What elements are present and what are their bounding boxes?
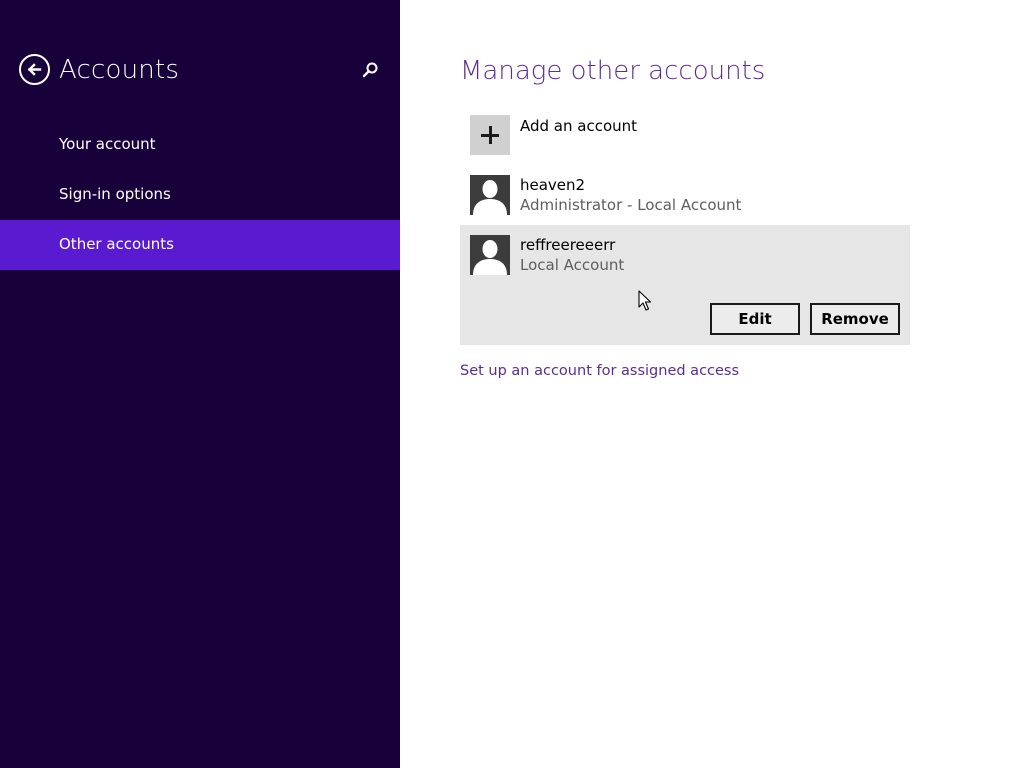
user-avatar-icon — [470, 235, 510, 275]
sidebar-item-label: Sign-in options — [59, 185, 171, 203]
sidebar-item-label: Your account — [59, 135, 156, 153]
account-item-reffreereeerr[interactable]: reffreereeerr Local Account Edit Remove — [460, 225, 910, 345]
add-account-label: Add an account — [520, 117, 638, 135]
account-type: Local Account — [520, 256, 625, 274]
sidebar-title: Accounts — [59, 55, 180, 85]
back-button[interactable] — [19, 54, 50, 85]
remove-button[interactable]: Remove — [810, 303, 900, 335]
sidebar-item-other-accounts[interactable]: Other accounts — [0, 220, 400, 270]
back-arrow-icon — [27, 63, 42, 76]
assigned-access-link[interactable]: Set up an account for assigned access — [460, 361, 739, 381]
sidebar-item-sign-in-options[interactable]: Sign-in options — [0, 170, 400, 220]
mouse-cursor-icon — [638, 290, 652, 311]
account-name: heaven2 — [520, 176, 586, 194]
main-content: Manage other accounts Add an account hea… — [400, 0, 1024, 768]
plus-icon — [470, 115, 510, 155]
edit-button[interactable]: Edit — [710, 303, 800, 335]
search-button[interactable] — [361, 61, 379, 79]
user-avatar-icon — [470, 175, 510, 215]
page-title: Manage other accounts — [460, 56, 766, 86]
account-item-heaven2[interactable]: heaven2 Administrator - Local Account — [460, 175, 910, 215]
sidebar: Accounts Your account Sign-in options Ot… — [0, 0, 400, 768]
account-name: reffreereeerr — [520, 236, 616, 254]
sidebar-item-your-account[interactable]: Your account — [0, 120, 400, 170]
search-icon — [362, 62, 378, 78]
add-account-button[interactable]: Add an account — [460, 115, 910, 155]
sidebar-item-label: Other accounts — [59, 235, 174, 253]
account-type: Administrator - Local Account — [520, 196, 742, 214]
sidebar-nav: Your account Sign-in options Other accou… — [0, 120, 400, 270]
